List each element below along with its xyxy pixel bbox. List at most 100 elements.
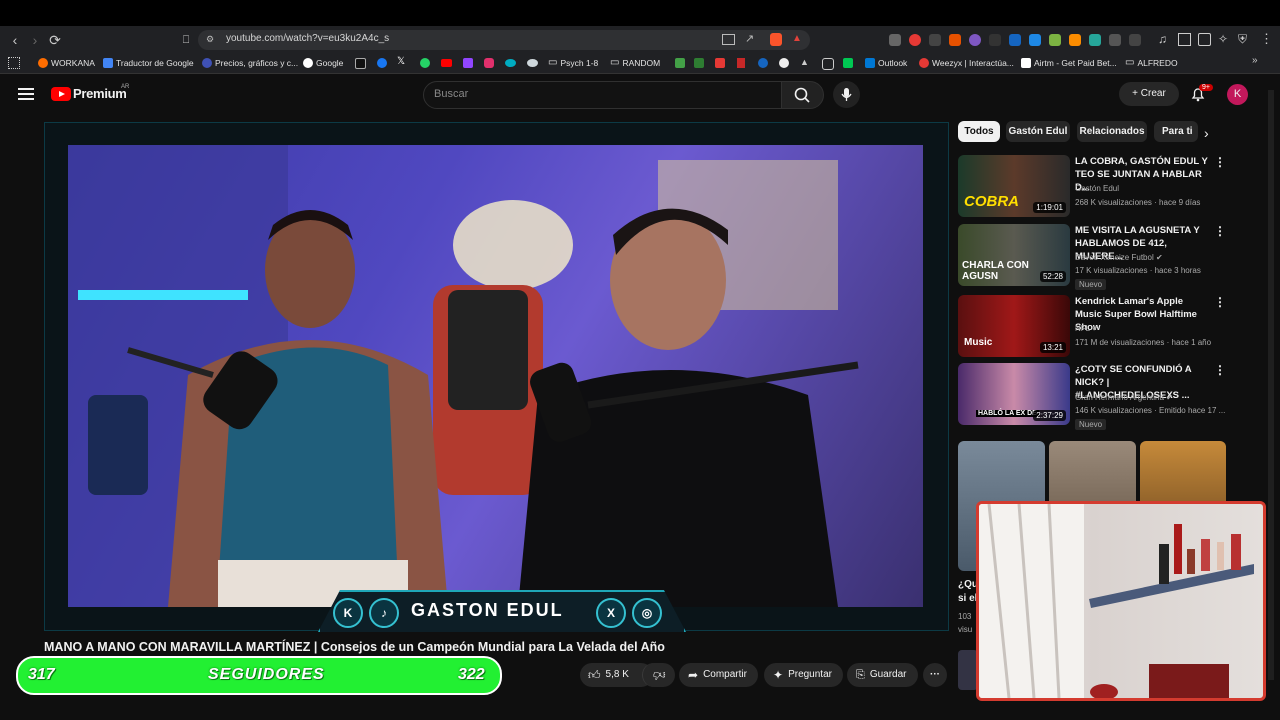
follower-label: SEGUIDORES: [208, 666, 325, 683]
chip-for-you[interactable]: Para ti: [1154, 121, 1198, 142]
bookmark-folder-alfredo[interactable]: ▭ ALFREDO: [1125, 56, 1178, 70]
youtube-logo-icon[interactable]: [51, 87, 71, 101]
bookmark-prices[interactable]: Precios, gráficos y c...: [202, 56, 298, 70]
short-title-partial[interactable]: ¿Qu si el: [958, 578, 978, 606]
dislike-button[interactable]: 👍︎: [642, 663, 675, 687]
wallet-icon[interactable]: [1198, 33, 1211, 46]
extension-icon[interactable]: [1029, 34, 1041, 46]
page-scrollbar[interactable]: [1268, 90, 1274, 680]
whatsapp-icon[interactable]: [420, 58, 430, 68]
related-thumbnail[interactable]: COBRA 1:19:01: [958, 155, 1070, 217]
extension-icon[interactable]: [1109, 34, 1121, 46]
sidebar-toggle-icon[interactable]: [1178, 33, 1191, 46]
url-text[interactable]: youtube.com/watch?v=eu3ku2A4c_s: [226, 33, 389, 44]
x-icon[interactable]: 𝕏: [397, 56, 405, 67]
create-button[interactable]: + Crear: [1119, 82, 1179, 106]
extension-icon[interactable]: [969, 34, 981, 46]
chip-all[interactable]: Todos: [958, 121, 1000, 142]
bookmark-translate[interactable]: Traductor de Google: [103, 56, 194, 70]
kebab-menu-icon[interactable]: ⋮: [1214, 363, 1226, 377]
avatar[interactable]: K: [1227, 84, 1248, 105]
kebab-menu-icon[interactable]: ⋮: [1214, 224, 1226, 238]
search-input[interactable]: [423, 81, 783, 109]
workana-icon: [38, 58, 48, 68]
kebab-menu-icon[interactable]: ⋮: [1214, 155, 1226, 169]
forward-icon[interactable]: ›: [27, 32, 43, 48]
webcam-scene: [979, 504, 1254, 698]
chip-gaston-edul[interactable]: Gastón Edul: [1006, 121, 1070, 142]
voice-search-button[interactable]: [833, 81, 860, 108]
extension-icon[interactable]: [1009, 34, 1021, 46]
apps-grid-icon[interactable]: [8, 57, 20, 69]
more-horizontal-icon: ···: [930, 669, 940, 680]
bookmark-icon[interactable]: [675, 58, 685, 68]
related-channel[interactable]: Gran Hermano Argentina ✔: [1075, 393, 1173, 402]
bookmark-icon[interactable]: ▲: [800, 57, 809, 67]
bookmark-icon[interactable]: ⎕: [178, 32, 194, 48]
related-thumbnail[interactable]: Music 13:21: [958, 295, 1070, 357]
share-button[interactable]: ➦ Compartir: [679, 663, 758, 687]
more-actions-button[interactable]: ···: [923, 663, 947, 687]
bookmark-icon[interactable]: [758, 58, 768, 68]
bookmark-icon[interactable]: [843, 58, 853, 68]
instagram-icon[interactable]: [484, 58, 494, 68]
kebab-menu-icon[interactable]: ⋮: [1214, 295, 1226, 309]
bookmark-workana[interactable]: WORKANA: [38, 56, 95, 70]
back-icon[interactable]: ‹: [7, 32, 23, 48]
bookmark-folder-random[interactable]: ▭ RANDOM: [610, 56, 660, 70]
bookmark-icon[interactable]: [715, 58, 725, 68]
menu-icon[interactable]: ⋮: [1260, 31, 1273, 47]
share-page-icon[interactable]: ↗: [745, 32, 754, 45]
related-thumbnail[interactable]: [958, 650, 978, 690]
bookmark-google[interactable]: Google: [303, 56, 343, 70]
search-button[interactable]: [781, 81, 824, 109]
extension-icon[interactable]: [1129, 34, 1141, 46]
youtube-bookmark-icon[interactable]: [441, 59, 452, 67]
chip-related[interactable]: Relacionados: [1077, 121, 1147, 142]
bookmark-folder-psych[interactable]: ▭ Psych 1-8: [548, 56, 598, 70]
tiktok-icon[interactable]: [355, 58, 366, 69]
new-badge: Nuevo: [1075, 279, 1107, 290]
bookmark-icon[interactable]: [779, 58, 789, 68]
brave-rewards-icon[interactable]: ▲: [792, 33, 802, 44]
bookmark-icon[interactable]: [527, 59, 538, 67]
video-title: MANO A MANO CON MARAVILLA MARTÍNEZ | Con…: [44, 640, 665, 654]
related-channel[interactable]: Davoo Xeneize Futbol ✔: [1075, 253, 1163, 262]
vpn-icon[interactable]: ⛨: [1238, 32, 1247, 47]
extension-icon[interactable]: [949, 34, 961, 46]
extension-icon[interactable]: [929, 34, 941, 46]
bookmark-icon[interactable]: [505, 59, 516, 67]
extension-icon[interactable]: [989, 34, 1001, 46]
more-bookmarks-icon[interactable]: »: [1252, 55, 1258, 66]
extension-icon[interactable]: [1089, 34, 1101, 46]
hamburger-menu-icon[interactable]: [18, 88, 34, 100]
leo-ai-icon[interactable]: ✧: [1218, 32, 1228, 46]
search-icon: [794, 87, 810, 103]
bookmark-outlook[interactable]: Outlook: [865, 56, 907, 70]
bookmark-icon[interactable]: [694, 58, 704, 68]
bookmark-icon[interactable]: [737, 58, 745, 68]
related-channel[interactable]: Gastón Edul: [1075, 184, 1119, 193]
extension-icon[interactable]: [1069, 34, 1081, 46]
twitch-icon[interactable]: [463, 58, 473, 68]
bookmark-weezyx[interactable]: Weezyx | Interactúa...: [919, 56, 1014, 70]
video-frame-image[interactable]: [68, 145, 923, 607]
related-thumbnail[interactable]: HABLÓ LA EX DE 2:37:29: [958, 363, 1070, 425]
reload-icon[interactable]: ⟳: [47, 32, 63, 48]
site-settings-icon[interactable]: ⚙: [206, 34, 214, 45]
chips-next-arrow-icon[interactable]: ›: [1204, 125, 1209, 141]
save-button[interactable]: ⎘ Guardar: [847, 663, 918, 687]
extension-icon[interactable]: [889, 34, 901, 46]
bookmark-icon[interactable]: [822, 58, 834, 70]
related-channel[interactable]: NFL ✔: [1075, 324, 1099, 333]
premium-wordmark[interactable]: Premium: [73, 86, 127, 101]
extension-icon[interactable]: [909, 34, 921, 46]
facebook-icon[interactable]: [377, 58, 387, 68]
related-thumbnail[interactable]: CHARLA CON AGUSN 52:28: [958, 224, 1070, 286]
cast-icon[interactable]: [722, 34, 735, 45]
bookmark-airtm[interactable]: Airtm - Get Paid Bet...: [1021, 56, 1117, 70]
brave-shield-icon[interactable]: [770, 33, 782, 46]
ask-button[interactable]: ✦ Preguntar: [764, 663, 843, 687]
media-controls-icon[interactable]: ♫: [1158, 32, 1167, 46]
extension-icon[interactable]: [1049, 34, 1061, 46]
